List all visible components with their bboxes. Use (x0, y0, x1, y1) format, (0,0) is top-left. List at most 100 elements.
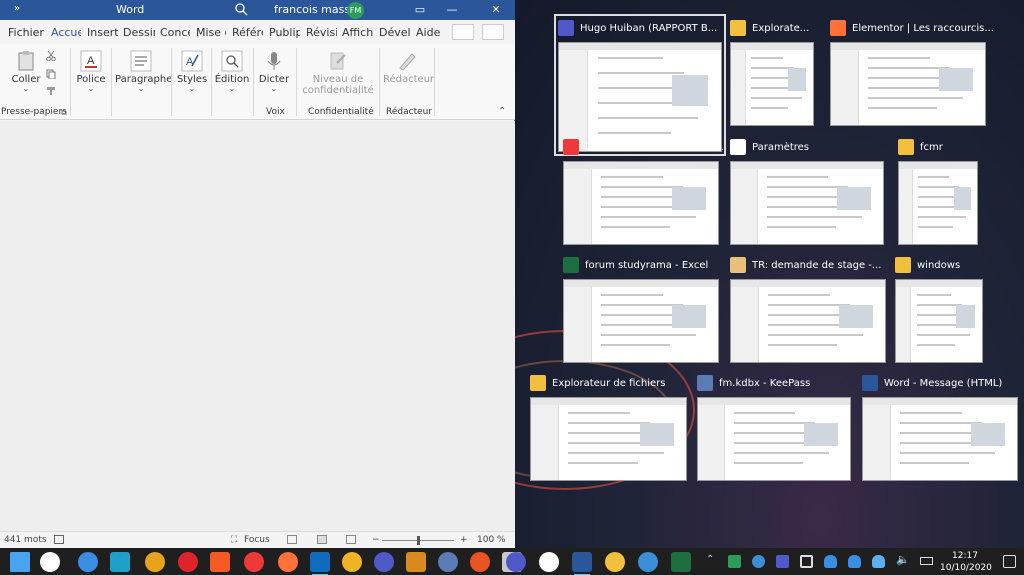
keepass-icon[interactable] (438, 552, 458, 572)
tab-developpeur[interactable]: Dévelo (379, 26, 410, 39)
edge-icon[interactable] (110, 552, 130, 572)
windows-start-icon[interactable] (10, 552, 30, 572)
task-view-window[interactable]: Hugo Huiban (RAPPORT B... (554, 14, 726, 156)
tab-insertion[interactable]: Insertic (87, 26, 118, 39)
task-view-window-thumbnail[interactable] (563, 279, 719, 363)
tray-teams-icon[interactable] (776, 555, 789, 568)
dialog-launcher-icon[interactable]: ⧉ (61, 108, 67, 118)
notification-icon[interactable] (1003, 555, 1016, 568)
zoom-in-button[interactable]: + (460, 535, 468, 545)
paragraph-button[interactable]: Paragraphe ⌄ (115, 50, 172, 93)
task-view-window[interactable]: fm.kdbx - KeePass (697, 373, 851, 481)
task-view-window-thumbnail[interactable] (558, 42, 722, 152)
editor-button[interactable]: Rédacteur (383, 50, 434, 85)
photos-icon[interactable] (342, 552, 362, 572)
zoom-out-button[interactable]: − (372, 535, 380, 545)
task-view-window[interactable]: Explorate... (730, 18, 814, 126)
sensitivity-button[interactable]: Niveau de confidentialité (300, 50, 376, 96)
comments-icon[interactable] (482, 24, 504, 40)
task-view-window-thumbnail[interactable] (563, 161, 719, 245)
ubuntu-icon[interactable] (470, 552, 490, 572)
brave-icon[interactable] (210, 552, 230, 572)
wifi-icon[interactable] (800, 555, 813, 568)
editing-button[interactable]: Édition ⌄ (214, 50, 250, 93)
remote-desktop-icon[interactable] (638, 552, 658, 572)
settings-icon[interactable] (539, 552, 559, 572)
tab-references[interactable]: Référe (232, 26, 263, 39)
cloud-sync-icon[interactable] (872, 555, 885, 568)
explorer-icon[interactable] (605, 552, 625, 572)
collapse-ribbon-icon[interactable]: ⌃ (498, 106, 506, 117)
paste-button[interactable]: Coller ⌄ (8, 50, 44, 93)
avatar[interactable]: FM (347, 2, 364, 19)
font-button[interactable]: A Police ⌄ (74, 50, 108, 93)
web-layout-icon[interactable] (346, 535, 356, 544)
proofing-icon[interactable] (54, 535, 64, 544)
tab-affichage[interactable]: Afficha (342, 26, 373, 39)
onedrive-2-icon[interactable] (848, 555, 861, 568)
tab-publipostage[interactable]: Publipc (269, 26, 300, 39)
battery-icon[interactable] (920, 557, 933, 565)
styles-button[interactable]: A Styles ⌄ (176, 50, 208, 93)
word-icon[interactable] (572, 552, 592, 575)
task-view-window[interactable]: Paramètres (730, 137, 884, 245)
dictate-button[interactable]: Dicter ⌄ (257, 50, 291, 93)
ribbon-display-icon[interactable]: ▭ (404, 0, 436, 20)
tab-accueil[interactable]: Accuei (51, 26, 81, 39)
onedrive-icon[interactable] (824, 555, 837, 568)
opera-icon[interactable] (178, 552, 198, 572)
volume-icon[interactable]: 🔈 (896, 553, 910, 566)
chrome-icon[interactable] (145, 552, 165, 572)
tab-dessin[interactable]: Dessin (123, 26, 155, 39)
format-painter-icon[interactable] (46, 86, 56, 96)
task-view-window[interactable]: TR: demande de stage -... (730, 255, 886, 363)
zoom-slider-thumb[interactable] (417, 536, 420, 545)
phone-icon[interactable] (78, 552, 98, 572)
share-icon[interactable] (452, 24, 474, 40)
excel-icon[interactable] (671, 552, 691, 572)
print-layout-icon[interactable] (317, 535, 327, 544)
zoom-level[interactable]: 100 % (477, 535, 506, 545)
close-button[interactable]: ✕ (480, 0, 512, 20)
task-view-window-thumbnail[interactable] (530, 397, 687, 481)
task-view-window-thumbnail[interactable] (862, 397, 1018, 481)
vpn-icon[interactable] (406, 552, 426, 572)
task-view-window[interactable]: Les raccourcis clavier Win... (563, 137, 724, 245)
tab-conception[interactable]: Concej (160, 26, 190, 39)
task-view-window[interactable]: Word - Message (HTML) (862, 373, 1018, 481)
focus-label[interactable]: Focus (244, 535, 270, 545)
task-view-window-thumbnail[interactable] (730, 279, 886, 363)
copy-icon[interactable] (46, 69, 56, 79)
clock[interactable]: 12:17 10/10/2020 (940, 550, 992, 574)
vivaldi-icon[interactable] (244, 552, 264, 572)
task-view-window-thumbnail[interactable] (730, 161, 884, 245)
tab-fichier[interactable]: Fichier (8, 26, 44, 39)
task-view-window-thumbnail[interactable] (697, 397, 851, 481)
tab-mise-en-page[interactable]: Mise e (196, 26, 226, 39)
word-count[interactable]: 441 mots (4, 535, 47, 545)
tab-aide[interactable]: Aide (416, 26, 440, 39)
read-mode-icon[interactable] (287, 535, 297, 544)
document-area[interactable] (0, 121, 515, 531)
task-view-window[interactable]: forum studyrama - Excel (563, 255, 719, 363)
task-view-window-thumbnail[interactable] (830, 42, 986, 126)
focus-icon[interactable]: ⛶ (231, 535, 237, 545)
teams-2-icon[interactable] (506, 552, 526, 572)
task-view-window-thumbnail[interactable] (895, 279, 983, 363)
task-view-window[interactable]: Elementor | Les raccourcis... (830, 18, 994, 126)
bluetooth-icon[interactable] (752, 555, 765, 568)
teams-icon[interactable] (374, 552, 394, 572)
task-view-window-thumbnail[interactable] (730, 42, 814, 126)
tab-revision[interactable]: Révisic (306, 26, 337, 39)
tray-app-icon[interactable] (728, 555, 741, 568)
tray-chevron-up-icon[interactable]: ⌃ (706, 554, 719, 567)
quick-access-chevron[interactable]: » (14, 3, 20, 14)
search-icon[interactable] (234, 2, 248, 16)
task-view-window[interactable]: Explorateur de fichiers (530, 373, 687, 481)
task-view-window[interactable]: windows (895, 255, 983, 363)
task-view-icon[interactable] (40, 552, 60, 572)
task-view-window[interactable]: fcmr (898, 137, 978, 245)
outlook-icon[interactable] (310, 552, 330, 575)
maximize-button[interactable] (448, 0, 480, 20)
firefox-icon[interactable] (278, 552, 298, 572)
